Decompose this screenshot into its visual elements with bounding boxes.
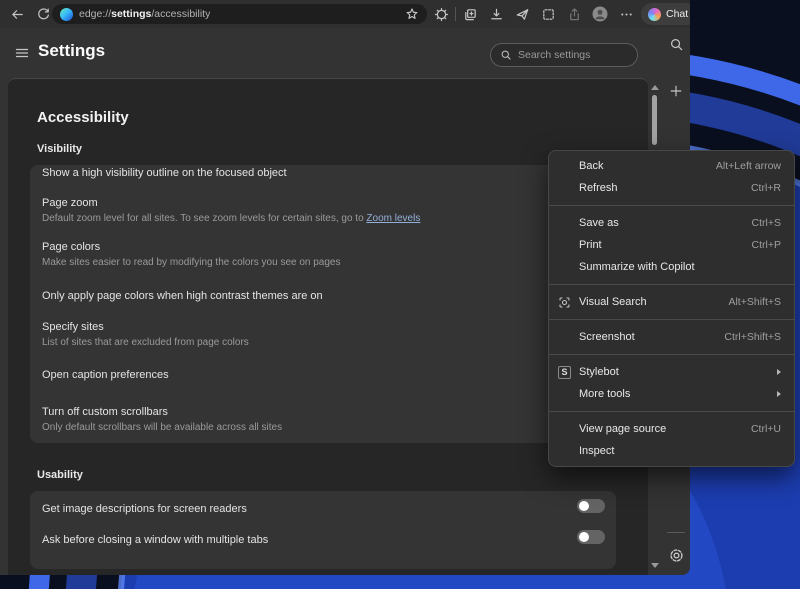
downloads-button[interactable] — [483, 2, 509, 26]
menu-separator — [549, 205, 794, 206]
sidebar-search-button[interactable] — [664, 32, 688, 56]
more-options-button[interactable] — [613, 2, 639, 26]
settings-title: Settings — [38, 41, 106, 60]
setting-subtitle: Make sites easier to read by modifying t… — [42, 257, 341, 268]
search-placeholder: Search settings — [518, 49, 591, 61]
copilot-chat-button[interactable]: Chat — [641, 3, 690, 25]
menu-item-stylebot[interactable]: S Stylebot — [549, 361, 794, 383]
menu-separator — [549, 411, 794, 412]
web-capture-button[interactable] — [535, 2, 561, 26]
menu-separator — [549, 354, 794, 355]
extensions-button[interactable] — [428, 2, 454, 26]
settings-header: Settings Search settings — [0, 28, 690, 78]
visibility-card: Show a high visibility outline on the fo… — [30, 165, 616, 443]
setting-row[interactable]: Open caption preferences — [42, 367, 604, 383]
plus-icon — [670, 85, 682, 97]
profile-avatar-icon — [592, 6, 608, 22]
usability-card: Get image descriptions for screen reader… — [30, 491, 616, 569]
menu-item-visual-search[interactable]: Visual Search Alt+Shift+S — [549, 291, 794, 313]
toolbar-actions: Chat — [428, 2, 690, 26]
setting-subtitle: Only default scrollbars will be availabl… — [42, 422, 283, 433]
menu-separator — [549, 319, 794, 320]
page-title: Accessibility — [37, 109, 129, 126]
screen: edge://settings/accessibility Chat Setti… — [0, 0, 800, 589]
zoom-levels-link[interactable]: Zoom levels — [366, 213, 420, 224]
url-text: edge://settings/accessibility — [79, 8, 211, 20]
submenu-arrow-icon — [777, 369, 781, 375]
menu-item-save-as[interactable]: Save as Ctrl+S — [549, 212, 794, 234]
sidebar-search-icon — [670, 38, 682, 50]
more-options-icon — [620, 12, 632, 16]
send-button[interactable] — [509, 2, 535, 26]
sidebar-add-button[interactable] — [664, 79, 688, 103]
setting-subtitle: Default zoom level for all sites. To see… — [42, 213, 421, 224]
scrollbar-thumb[interactable] — [652, 95, 657, 145]
setting-row: Get image descriptions for screen reader… — [42, 491, 605, 517]
menu-item-summarize-with-copilot[interactable]: Summarize with Copilot — [549, 256, 794, 278]
collections-icon — [464, 8, 476, 20]
context-menu: Back Alt+Left arrow Refresh Ctrl+R Save … — [548, 150, 795, 467]
refresh-icon — [37, 7, 49, 19]
toggle-knob — [579, 501, 589, 511]
sidebar-divider — [667, 532, 685, 533]
menu-item-view-page-source[interactable]: View page source Ctrl+U — [549, 418, 794, 440]
menu-item-more-tools[interactable]: More tools — [549, 383, 794, 405]
share-icon — [569, 7, 579, 20]
browser-toolbar: edge://settings/accessibility Chat — [0, 0, 690, 28]
setting-row[interactable]: Page zoom — [42, 195, 604, 211]
share-button[interactable] — [561, 2, 587, 26]
edge-logo-icon — [60, 7, 73, 21]
setting-row[interactable]: Show a high visibility outline on the fo… — [42, 165, 604, 181]
menu-item-inspect[interactable]: Inspect — [549, 440, 794, 462]
toggle-knob — [579, 532, 589, 542]
favorites-star-icon[interactable] — [405, 7, 419, 21]
menu-separator — [549, 284, 794, 285]
toggle-ask-before-closing[interactable] — [577, 530, 605, 544]
back-icon — [11, 9, 23, 19]
profile-button[interactable] — [587, 2, 613, 26]
toggle-image-descriptions[interactable] — [577, 499, 605, 513]
settings-search-input[interactable]: Search settings — [490, 43, 638, 67]
gear-icon — [669, 548, 683, 562]
setting-row[interactable]: Page colors — [42, 239, 604, 255]
back-button[interactable] — [4, 2, 30, 26]
web-capture-icon — [542, 8, 554, 20]
scroll-up-arrow-icon[interactable] — [651, 85, 659, 90]
section-heading-usability: Usability — [37, 469, 83, 481]
sidebar-settings-button[interactable] — [664, 543, 688, 567]
setting-row[interactable]: Specify sites — [42, 319, 604, 335]
menu-item-screenshot[interactable]: Screenshot Ctrl+Shift+S — [549, 326, 794, 348]
setting-row: Ask before closing a window with multipl… — [42, 517, 605, 548]
setting-row[interactable]: Turn off custom scrollbars — [42, 404, 604, 420]
downloads-icon — [490, 8, 502, 19]
scroll-down-arrow-icon[interactable] — [651, 563, 659, 568]
setting-row[interactable]: Only apply page colors when high contras… — [42, 288, 604, 304]
menu-item-back[interactable]: Back Alt+Left arrow — [549, 155, 794, 177]
search-icon — [501, 50, 511, 60]
menu-item-refresh[interactable]: Refresh Ctrl+R — [549, 177, 794, 199]
menu-hamburger-icon[interactable] — [14, 45, 30, 61]
submenu-arrow-icon — [777, 391, 781, 397]
visual-search-icon — [558, 296, 571, 309]
collections-button[interactable] — [457, 2, 483, 26]
address-bar[interactable]: edge://settings/accessibility — [52, 4, 427, 24]
extensions-icon — [434, 7, 448, 21]
copilot-icon — [648, 7, 661, 21]
send-icon — [516, 8, 528, 20]
toolbar-divider — [455, 7, 456, 21]
menu-item-print[interactable]: Print Ctrl+P — [549, 234, 794, 256]
stylebot-icon: S — [558, 365, 571, 379]
setting-subtitle: List of sites that are excluded from pag… — [42, 337, 249, 348]
chat-button-label: Chat — [666, 8, 689, 20]
